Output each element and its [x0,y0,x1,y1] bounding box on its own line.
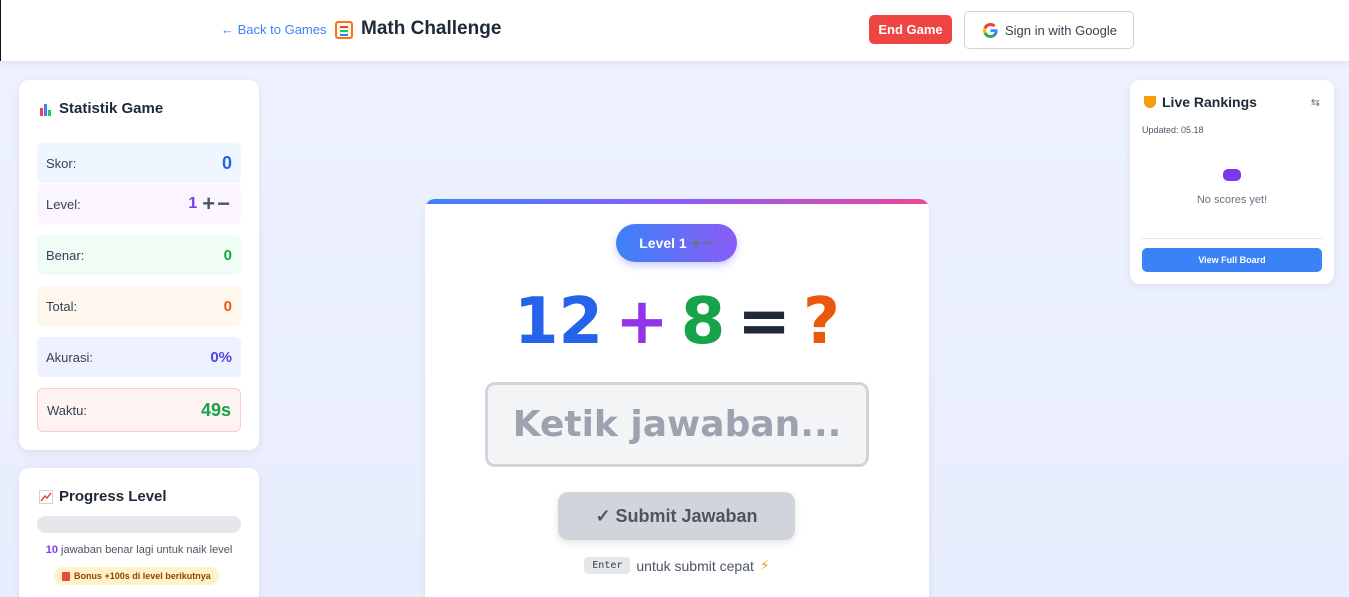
equals-sign: = [737,285,791,359]
live-rankings-panel: Live Rankings ⇆ Updated: 05.18 No scores… [1130,80,1334,284]
level-progress-bar [37,516,241,533]
game-panel: Level 1 +− 12+8=? ✓ Submit Jawaban Enter… [425,199,929,597]
enter-key-hint: Enter [584,557,631,574]
answer-input[interactable] [485,382,869,467]
view-full-board-button[interactable]: View Full Board [1142,248,1322,272]
back-to-games-link[interactable]: ← Back to Games [221,22,326,37]
operand-1: 12 [514,285,604,359]
no-scores-text: No scores yet! [1196,194,1268,206]
stats-title: Statistik Game [59,100,164,117]
app-title: Math Challenge [361,18,502,39]
operand-2: 8 [680,285,726,359]
progress-note: 10 jawaban benar lagi untuk naik level [19,544,259,556]
rankings-divider [1142,238,1322,239]
submit-hint: Enter untuk submit cepat ⚡ [425,557,929,574]
rankings-toggle-icon[interactable]: ⇆ [1311,96,1320,109]
rankings-title: Live Rankings [1162,94,1257,110]
level-pill: Level 1 +− [616,224,737,262]
stat-label: Level: [46,196,81,212]
stat-value: 1 +− [188,191,232,217]
stat-row: Total: 0 [37,286,241,326]
google-sign-in-label: Sign in with Google [1005,22,1118,38]
stat-value: 0% [210,348,232,366]
stat-value: 0 [221,152,232,173]
level-pill-label: Level 1 [639,235,687,251]
bar-chart-icon [39,102,53,116]
bonus-badge: Bonus +100s di level berikutnya [54,567,219,585]
stat-value-number: 1 [188,195,198,212]
progress-panel-header: Progress Level [39,488,167,505]
google-sign-in-button[interactable]: Sign in with Google [964,11,1134,49]
google-icon [983,22,998,38]
stat-level-operators: +− [202,191,232,216]
stat-row: Waktu: 49s [37,388,241,432]
rankings-header: Live Rankings [1144,94,1257,110]
top-header: ← Back to Games Math Challenge End Game … [0,0,1349,61]
progress-panel: Progress Level 10 jawaban benar lagi unt… [19,468,259,597]
gift-icon [62,571,70,581]
math-question: 12 +8 =? [425,285,929,359]
stat-row: Level: 1 +− [37,184,241,224]
lightning-icon: ⚡ [759,557,770,573]
remaining-count: 10 [45,544,58,556]
trend-up-icon [39,489,53,504]
rankings-updated-time: Updated: 05.18 [1142,125,1204,135]
submit-answer-button[interactable]: ✓ Submit Jawaban [558,492,795,540]
submit-hint-text: untuk submit cepat [636,557,754,574]
stat-label: Skor: [46,155,77,171]
gamepad-icon [1223,169,1241,181]
stat-value: 49s [200,399,231,420]
stat-label: Benar: [46,247,85,263]
stats-panel: Statistik Game Skor: 0 Level: 1 +− Benar: 0 Tot… [19,80,259,450]
stat-row: Akurasi: 0% [37,337,241,377]
stat-value: 0 [223,246,232,264]
progress-title: Progress Level [59,488,167,505]
bonus-text: Bonus +100s di level berikutnya [74,571,211,581]
progress-note-text: jawaban benar lagi untuk naik level [57,544,233,556]
trophy-icon [1144,96,1156,108]
stat-label: Total: [46,298,78,314]
stats-panel-header: Statistik Game [39,100,163,117]
stat-row: Benar: 0 [37,235,241,275]
end-game-button[interactable]: End Game [869,15,952,44]
stat-row: Skor: 0 [37,143,241,183]
operator: + [615,285,669,359]
stat-label: Waktu: [47,402,87,418]
unknown-answer: ? [802,285,840,359]
stat-label: Akurasi: [46,349,93,365]
abacus-icon [335,21,353,39]
stat-value: 0 [223,297,232,315]
game-panel-accent-bar [425,199,929,204]
level-pill-operators: +− [690,232,714,253]
